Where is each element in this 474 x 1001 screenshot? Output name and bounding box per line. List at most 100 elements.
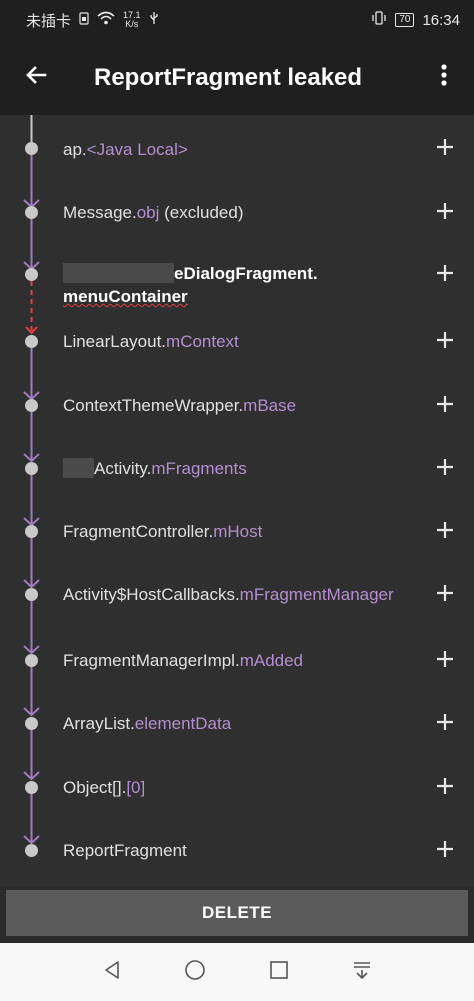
trace-node xyxy=(25,268,38,281)
notification-pull-icon xyxy=(352,960,372,985)
nav-notification-button[interactable] xyxy=(342,952,382,992)
expand-button[interactable] xyxy=(431,455,459,483)
trace-row: ReportFragment xyxy=(0,837,474,887)
plus-icon xyxy=(436,395,454,418)
status-left: 未插卡 17.1 K/s xyxy=(26,10,159,31)
usb-icon xyxy=(149,11,159,29)
arrow-left-icon xyxy=(24,63,48,92)
trace-field-name: obj xyxy=(136,203,160,222)
trace-row: ap.<Java Local> xyxy=(0,135,474,191)
leak-trace-list: ap.<Java Local> Message.obj (excluded) e… xyxy=(0,115,474,887)
trace-class-name: Message. xyxy=(63,203,137,222)
trace-class-name: eDialogFragment. xyxy=(174,264,318,283)
trace-class-name: LinearLayout. xyxy=(63,332,167,351)
plus-icon xyxy=(436,777,454,800)
status-bar: 未插卡 17.1 K/s 70 16:34 xyxy=(0,0,474,40)
redacted-block xyxy=(63,263,174,283)
trace-row-text: Activity$HostCallbacks.mFragmentManager xyxy=(63,583,413,606)
delete-button[interactable]: DELETE xyxy=(6,890,468,936)
trace-node xyxy=(25,335,38,348)
expand-button[interactable] xyxy=(431,710,459,738)
trace-row-text: LinearLayout.mContext xyxy=(63,330,413,353)
plus-icon xyxy=(436,584,454,607)
trace-field-name: mHost xyxy=(213,522,263,541)
trace-row: Message.obj (excluded) xyxy=(0,199,474,255)
trace-row-text: eDialogFragment. menuContainer xyxy=(63,262,413,308)
trace-row: FragmentManagerImpl.mAdded xyxy=(0,647,474,703)
trace-class-name: ap. xyxy=(63,140,87,159)
trace-row-text: ReportFragment xyxy=(63,839,413,862)
trace-class-name: FragmentManagerImpl. xyxy=(63,651,240,670)
expand-button[interactable] xyxy=(431,837,459,865)
trace-node xyxy=(25,781,38,794)
expand-button[interactable] xyxy=(431,518,459,546)
trace-row-text: Object[].[0] xyxy=(63,776,413,799)
plus-icon xyxy=(436,713,454,736)
system-nav-bar xyxy=(0,943,474,1001)
plus-icon xyxy=(436,264,454,287)
plus-icon xyxy=(436,521,454,544)
trace-field-name: [0] xyxy=(126,778,146,797)
trace-class-name: FragmentController. xyxy=(63,522,214,541)
expand-button[interactable] xyxy=(431,647,459,675)
trace-excluded-note: (excluded) xyxy=(159,203,244,222)
expand-button[interactable] xyxy=(431,581,459,609)
more-vert-icon xyxy=(441,64,447,91)
trace-node xyxy=(25,525,38,538)
trace-field-name: menuContainer xyxy=(63,287,188,306)
trace-row: ContextThemeWrapper.mBase xyxy=(0,392,474,448)
home-circle-icon xyxy=(184,959,206,986)
trace-row-text: FragmentManagerImpl.mAdded xyxy=(63,649,413,672)
trace-row-text: ContextThemeWrapper.mBase xyxy=(63,394,413,417)
trace-node xyxy=(25,142,38,155)
trace-row: Activity$HostCallbacks.mFragmentManager xyxy=(0,581,474,641)
nav-home-button[interactable] xyxy=(175,952,215,992)
back-button[interactable] xyxy=(0,40,72,115)
trace-node xyxy=(25,717,38,730)
trace-row: FragmentController.mHost xyxy=(0,518,474,574)
wifi-icon xyxy=(97,11,115,29)
trace-class-name: ArrayList. xyxy=(63,714,135,733)
trace-node xyxy=(25,399,38,412)
trace-field-name: <Java Local> xyxy=(86,140,188,159)
trace-field-name: mFragments xyxy=(151,459,247,478)
carrier-text: 未插卡 xyxy=(26,12,72,30)
trace-field-name: elementData xyxy=(134,714,232,733)
nav-recents-button[interactable] xyxy=(259,952,299,992)
trace-field-name: mAdded xyxy=(239,651,304,670)
trace-row: eDialogFragment. menuContainer xyxy=(0,261,474,321)
status-time: 16:34 xyxy=(422,11,460,29)
expand-button[interactable] xyxy=(431,135,459,163)
trace-node xyxy=(25,654,38,667)
sim-icon xyxy=(79,11,89,29)
trace-row-text: Message.obj (excluded) xyxy=(63,201,413,224)
trace-node xyxy=(25,206,38,219)
trace-class-name: ContextThemeWrapper. xyxy=(63,396,244,415)
trace-class-name: Activity$HostCallbacks. xyxy=(63,585,240,604)
trace-row-text: Activity.mFragments xyxy=(63,457,413,480)
trace-class-name: Object[]. xyxy=(63,778,127,797)
app-bar: ReportFragment leaked xyxy=(0,40,474,115)
trace-node xyxy=(25,588,38,601)
delete-button-container: DELETE xyxy=(0,887,474,943)
trace-class-name: Activity. xyxy=(94,459,152,478)
expand-button[interactable] xyxy=(431,392,459,420)
expand-button[interactable] xyxy=(431,774,459,802)
back-triangle-icon xyxy=(102,960,122,985)
trace-row: LinearLayout.mContext xyxy=(0,328,474,384)
redacted-block xyxy=(63,458,94,478)
plus-icon xyxy=(436,138,454,161)
plus-icon xyxy=(436,650,454,673)
expand-button[interactable] xyxy=(431,199,459,227)
overflow-menu-button[interactable] xyxy=(414,40,474,115)
expand-button[interactable] xyxy=(431,261,459,289)
nav-back-button[interactable] xyxy=(92,952,132,992)
plus-icon xyxy=(436,331,454,354)
trace-field-name: mFragmentManager xyxy=(239,585,394,604)
trace-field-name: mBase xyxy=(243,396,297,415)
plus-icon xyxy=(436,202,454,225)
expand-button[interactable] xyxy=(431,328,459,356)
trace-node xyxy=(25,462,38,475)
trace-node xyxy=(25,844,38,857)
trace-row: ArrayList.elementData xyxy=(0,710,474,766)
